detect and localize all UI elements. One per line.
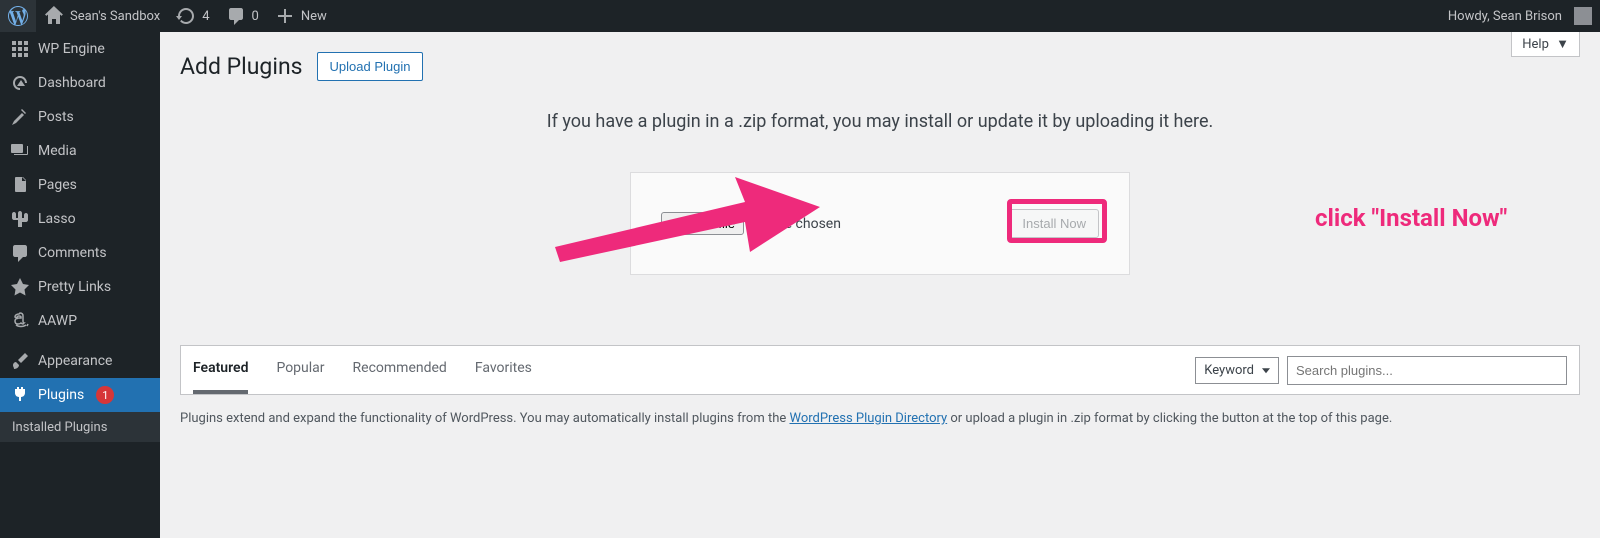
sidebar-subitem-label: Installed Plugins — [12, 420, 107, 435]
annotation-text: click "Install Now" — [1315, 204, 1507, 232]
sidebar-item-appearance[interactable]: Appearance — [0, 344, 160, 378]
upload-hint: If you have a plugin in a .zip format, y… — [180, 111, 1580, 132]
admin-bar-right: Howdy, Sean Brison — [1440, 0, 1600, 32]
sidebar-item-dashboard[interactable]: Dashboard — [0, 66, 160, 100]
search-type-select[interactable]: Keyword — [1195, 357, 1279, 384]
sidebar-item-posts[interactable]: Posts — [0, 100, 160, 134]
updates-count: 4 — [202, 9, 209, 24]
sidebar-item-comments[interactable]: Comments — [0, 236, 160, 270]
plug-icon — [10, 385, 30, 405]
sidebar-item-label: Appearance — [38, 353, 112, 369]
admin-bar: Sean's Sandbox 4 0 New Howdy, Sean Briso… — [0, 0, 1600, 32]
howdy-text: Howdy, Sean Brison — [1448, 9, 1562, 24]
site-name-menu[interactable]: Sean's Sandbox — [36, 0, 168, 32]
site-name-label: Sean's Sandbox — [70, 9, 160, 24]
help-tab[interactable]: Help ▼ — [1511, 32, 1580, 57]
plugin-directory-link[interactable]: WordPress Plugin Directory — [789, 411, 947, 426]
filter-bar: Featured Popular Recommended Favorites K… — [180, 345, 1580, 395]
sidebar-item-label: Comments — [38, 245, 107, 261]
sidebar-item-label: Pages — [38, 177, 77, 193]
comments-menu[interactable]: 0 — [218, 0, 267, 32]
cactus-icon — [10, 209, 30, 229]
upload-plugin-button[interactable]: Upload Plugin — [317, 52, 424, 81]
sidebar-item-plugins[interactable]: Plugins 1 — [0, 378, 160, 412]
page-title: Add Plugins — [180, 53, 303, 80]
description-post: or upload a plugin in .zip format by cli… — [947, 411, 1392, 426]
page-heading: Add Plugins Upload Plugin — [180, 42, 1580, 81]
sidebar-item-aawp[interactable]: AAWP — [0, 304, 160, 338]
comment-icon — [226, 6, 246, 26]
sidebar-item-label: Lasso — [38, 211, 76, 227]
sidebar-item-label: Media — [38, 143, 77, 159]
home-icon — [44, 6, 64, 26]
comments-count: 0 — [252, 9, 259, 24]
sidebar-item-label: Plugins — [38, 387, 84, 403]
new-content-menu[interactable]: New — [267, 0, 335, 32]
chevron-down-icon: ▼ — [1556, 37, 1569, 52]
plus-icon — [275, 6, 295, 26]
filter-tabs: Featured Popular Recommended Favorites — [193, 346, 532, 394]
sidebar-item-label: Dashboard — [38, 75, 106, 91]
filter-search: Keyword — [1195, 356, 1567, 385]
sidebar-item-lasso[interactable]: Lasso — [0, 202, 160, 236]
page-icon — [10, 175, 30, 195]
wordpress-icon — [8, 6, 28, 26]
comment-icon — [10, 243, 30, 263]
sidebar-item-prettylinks[interactable]: Pretty Links — [0, 270, 160, 304]
avatar — [1574, 7, 1592, 25]
filter-tab-recommended[interactable]: Recommended — [353, 346, 447, 394]
sidebar-item-label: WP Engine — [38, 41, 105, 57]
search-input[interactable] — [1287, 356, 1567, 385]
wp-logo-menu[interactable] — [0, 0, 36, 32]
updates-menu[interactable]: 4 — [168, 0, 217, 32]
brush-icon — [10, 351, 30, 371]
amazon-icon — [10, 311, 30, 331]
my-account-menu[interactable]: Howdy, Sean Brison — [1440, 0, 1600, 32]
help-label: Help — [1522, 37, 1549, 52]
sidebar-item-pages[interactable]: Pages — [0, 168, 160, 202]
sidebar-item-label: Pretty Links — [38, 279, 111, 295]
admin-sidebar: WP Engine Dashboard Posts Media Pages La… — [0, 32, 160, 538]
media-icon — [10, 141, 30, 161]
sidebar-item-label: Posts — [38, 109, 74, 125]
pin-icon — [10, 107, 30, 127]
annotation-highlight — [1007, 199, 1107, 243]
update-badge: 1 — [96, 386, 114, 404]
star-icon — [10, 277, 30, 297]
sidebar-item-media[interactable]: Media — [0, 134, 160, 168]
filter-tab-featured[interactable]: Featured — [193, 346, 248, 394]
sidebar-item-label: AAWP — [38, 313, 77, 329]
refresh-icon — [176, 6, 196, 26]
grid-icon — [10, 39, 30, 59]
description-pre: Plugins extend and expand the functional… — [180, 411, 789, 426]
description-text: Plugins extend and expand the functional… — [180, 409, 1580, 429]
sidebar-subitem-installed-plugins[interactable]: Installed Plugins — [0, 412, 160, 442]
filter-tab-popular[interactable]: Popular — [276, 346, 324, 394]
annotation-arrow — [545, 157, 825, 281]
dashboard-icon — [10, 73, 30, 93]
admin-bar-left: Sean's Sandbox 4 0 New — [0, 0, 335, 32]
filter-tab-favorites[interactable]: Favorites — [475, 346, 532, 394]
main-content: Help ▼ Add Plugins Upload Plugin If you … — [160, 32, 1600, 469]
sidebar-item-wpengine[interactable]: WP Engine — [0, 32, 160, 66]
new-label: New — [301, 9, 327, 24]
